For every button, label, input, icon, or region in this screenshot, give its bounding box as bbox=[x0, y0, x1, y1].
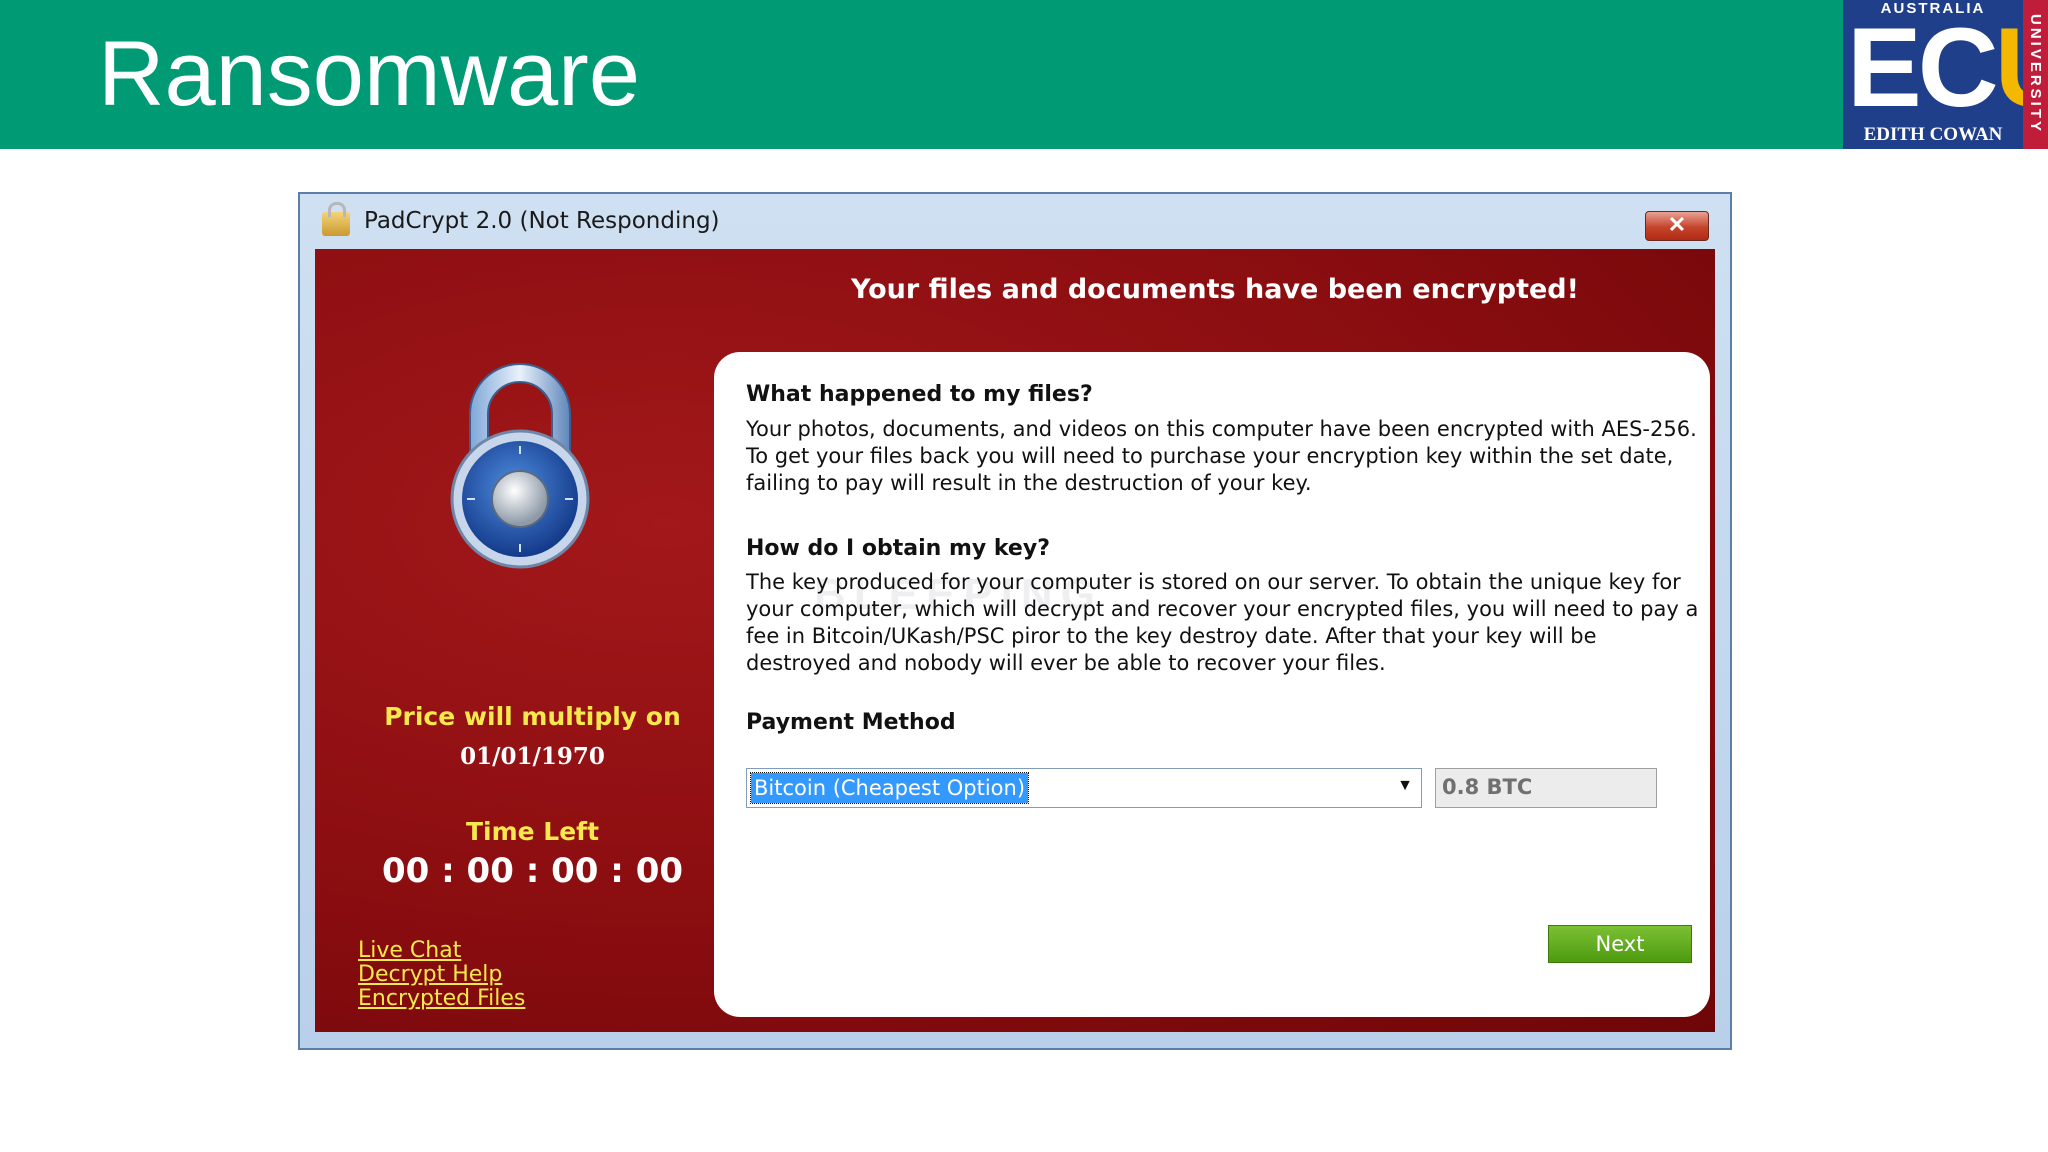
next-button[interactable]: Next bbox=[1548, 925, 1692, 963]
padlock-small-icon bbox=[322, 202, 350, 236]
decrypt-help-link[interactable]: Decrypt Help bbox=[358, 963, 525, 987]
university-logo: AUSTRALIA ECU EDITH COWAN UNIVERSITY bbox=[1843, 0, 2048, 149]
window-title: PadCrypt 2.0 (Not Responding) bbox=[364, 208, 720, 234]
info-panel: BLEEPING What happened to my files? Your… bbox=[714, 352, 1710, 1017]
payment-method-select[interactable]: Bitcoin (Cheapest Option) ▼ bbox=[746, 768, 1422, 808]
padcrypt-window: PadCrypt 2.0 (Not Responding) ✕ Your fil… bbox=[298, 192, 1732, 1050]
padlock-icon bbox=[440, 354, 600, 569]
countdown-timer: 00 : 00 : 00 : 00 bbox=[381, 851, 684, 891]
logo-side-text: UNIVERSITY bbox=[2023, 0, 2048, 149]
live-chat-link[interactable]: Live Chat bbox=[358, 939, 525, 963]
window-titlebar[interactable]: PadCrypt 2.0 (Not Responding) ✕ bbox=[300, 194, 1730, 250]
question-what-happened: What happened to my files? bbox=[746, 382, 1093, 407]
payment-selected-value: Bitcoin (Cheapest Option) bbox=[749, 772, 1030, 804]
slide-header: Ransomware AUSTRALIA ECU EDITH COWAN UNI… bbox=[0, 0, 2048, 149]
slide-title: Ransomware bbox=[98, 23, 640, 125]
price-multiply-label: Price will multiply on bbox=[384, 702, 681, 731]
encrypted-files-link[interactable]: Encrypted Files bbox=[358, 987, 525, 1011]
price-date: 01/01/1970 bbox=[460, 743, 605, 770]
ransom-headline: Your files and documents have been encry… bbox=[851, 274, 1579, 305]
amount-field: 0.8 BTC bbox=[1435, 768, 1657, 808]
time-left-label: Time Left bbox=[465, 817, 600, 846]
side-links: Live Chat Decrypt Help Encrypted Files bbox=[358, 939, 525, 1011]
logo-main-text: ECU bbox=[1847, 12, 2048, 124]
ransom-client-area: Your files and documents have been encry… bbox=[315, 249, 1715, 1032]
logo-ec: EC bbox=[1847, 5, 1999, 130]
dropdown-arrow-icon[interactable]: ▼ bbox=[1397, 777, 1413, 795]
payment-method-heading: Payment Method bbox=[746, 710, 956, 735]
close-button[interactable]: ✕ bbox=[1645, 211, 1709, 241]
question-obtain-key: How do I obtain my key? bbox=[746, 536, 1050, 561]
answer-obtain-key: The key produced for your computer is st… bbox=[746, 570, 1699, 675]
answer-what-happened: Your photos, documents, and videos on th… bbox=[746, 417, 1697, 495]
logo-bottom-text: EDITH COWAN bbox=[1863, 124, 2003, 145]
